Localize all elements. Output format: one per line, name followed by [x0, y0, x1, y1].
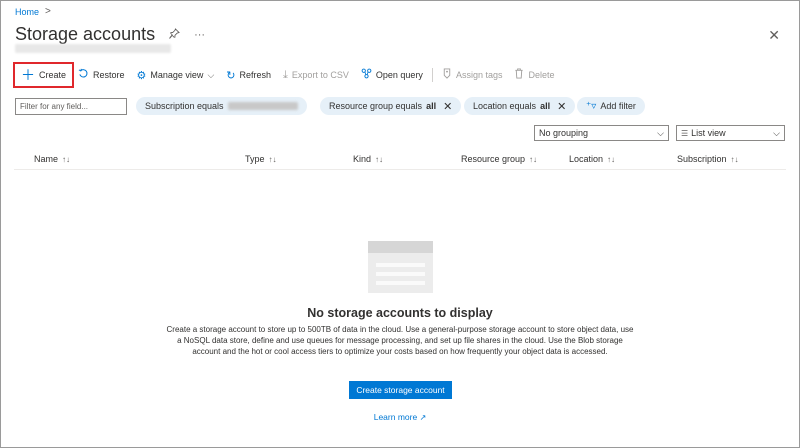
restore-button[interactable]: Restore — [72, 68, 131, 82]
filter-input[interactable] — [15, 98, 127, 115]
sort-icon: ↑↓ — [268, 155, 277, 164]
add-filter-button[interactable]: ⁺▿ Add filter — [577, 97, 645, 115]
restore-icon — [78, 68, 89, 82]
grouping-select[interactable]: No grouping ⌵ — [534, 125, 669, 141]
redacted-subscription-value — [227, 102, 298, 110]
add-filter-icon: ⁺▿ — [586, 100, 597, 112]
add-filter-label: Add filter — [600, 101, 636, 111]
redacted-subtitle — [15, 44, 171, 53]
column-label: Location — [569, 154, 604, 164]
assign-tags-label: Assign tags — [455, 70, 503, 80]
trash-icon — [514, 68, 524, 82]
sort-icon: ↑↓ — [529, 155, 538, 164]
column-header-name[interactable]: Name ↑↓ — [34, 154, 70, 164]
open-query-button[interactable]: Open query — [355, 68, 429, 82]
tag-icon — [442, 68, 452, 82]
external-link-icon: ↗ — [419, 413, 427, 422]
create-storage-account-button[interactable]: Create storage account — [349, 381, 452, 399]
remove-filter-icon[interactable]: ✕ — [557, 100, 566, 113]
resource-group-filter-value: all — [426, 101, 437, 111]
close-icon[interactable]: ✕ — [768, 27, 780, 44]
column-label: Subscription — [677, 154, 727, 164]
learn-more-label: Learn more — [373, 412, 418, 422]
pin-icon[interactable] — [169, 27, 180, 42]
sort-icon: ↑↓ — [62, 155, 71, 164]
export-csv-button[interactable]: ⤓ Export to CSV — [277, 69, 355, 82]
refresh-icon: ↻ — [226, 69, 236, 82]
sort-icon: ↑↓ — [730, 155, 739, 164]
query-icon — [361, 68, 372, 82]
resource-group-filter-label: Resource group equals — [329, 101, 423, 111]
column-label: Name — [34, 154, 59, 164]
empty-state-title: No storage accounts to display — [307, 306, 493, 320]
chevron-down-icon: ⌵ — [657, 127, 664, 138]
view-selected-value: List view — [691, 128, 726, 138]
location-filter-label: Location equals — [473, 101, 537, 111]
view-select[interactable]: ☰ List view ⌵ — [676, 125, 785, 141]
gear-icon: ⚙ — [136, 69, 147, 82]
open-query-label: Open query — [375, 70, 423, 80]
column-header-subscription[interactable]: Subscription ↑↓ — [677, 154, 739, 164]
column-header-type[interactable]: Type ↑↓ — [245, 154, 277, 164]
view-select-content: ☰ List view — [681, 128, 726, 138]
subscription-filter-pill[interactable]: Subscription equals — [136, 97, 307, 115]
location-filter-value: all — [540, 101, 551, 111]
column-label: Resource group — [461, 154, 526, 164]
table-header: Name ↑↓ Type ↑↓ Kind ↑↓ Resource group ↑↓ Lo… — [14, 150, 786, 170]
breadcrumb: Home > — [15, 6, 51, 17]
refresh-button[interactable]: ↻ Refresh — [220, 69, 277, 82]
column-label: Type — [245, 154, 265, 164]
create-label: Create — [39, 70, 67, 80]
breadcrumb-home[interactable]: Home — [15, 7, 39, 17]
sort-icon: ↑↓ — [607, 155, 616, 164]
grouping-selected-value: No grouping — [539, 128, 589, 138]
delete-label: Delete — [528, 70, 555, 80]
chevron-down-icon: ⌵ — [207, 69, 215, 80]
toolbar-divider — [431, 68, 433, 82]
more-options-icon[interactable]: ··· — [194, 29, 205, 41]
resource-group-filter-pill[interactable]: Resource group equals all ✕ — [320, 97, 462, 115]
assign-tags-button[interactable]: Assign tags — [436, 68, 509, 82]
breadcrumb-separator: > — [45, 6, 51, 17]
download-icon: ⤓ — [283, 68, 288, 81]
column-header-kind[interactable]: Kind ↑↓ — [353, 154, 383, 164]
title-row: Storage accounts ··· — [15, 24, 205, 45]
column-label: Kind — [353, 154, 372, 164]
restore-label: Restore — [93, 70, 125, 80]
column-header-resource-group[interactable]: Resource group ↑↓ — [461, 154, 537, 164]
page-title: Storage accounts — [15, 24, 156, 44]
subscription-filter-label: Subscription equals — [145, 101, 224, 111]
delete-button[interactable]: Delete — [508, 68, 560, 82]
chevron-down-icon: ⌵ — [773, 127, 780, 138]
learn-more-link[interactable]: Learn more ↗ — [0, 412, 800, 422]
column-header-location[interactable]: Location ↑↓ — [569, 154, 615, 164]
empty-storage-illustration — [368, 241, 433, 293]
manage-view-button[interactable]: ⚙ Manage view ⌵ — [131, 69, 221, 82]
sort-icon: ↑↓ — [375, 155, 384, 164]
empty-state-description: Create a storage account to store up to … — [166, 325, 634, 356]
export-csv-label: Export to CSV — [291, 70, 349, 80]
manage-view-label: Manage view — [150, 70, 204, 80]
command-bar: ＋ Create Restore ⚙ Manage view ⌵ ↻ Refre… — [12, 62, 560, 88]
remove-filter-icon[interactable]: ✕ — [443, 100, 452, 113]
list-view-icon: ☰ — [681, 128, 689, 138]
refresh-label: Refresh — [239, 70, 271, 80]
plus-icon: ＋ — [21, 67, 35, 83]
location-filter-pill[interactable]: Location equals all ✕ — [464, 97, 576, 115]
create-button[interactable]: ＋ Create — [12, 62, 75, 88]
